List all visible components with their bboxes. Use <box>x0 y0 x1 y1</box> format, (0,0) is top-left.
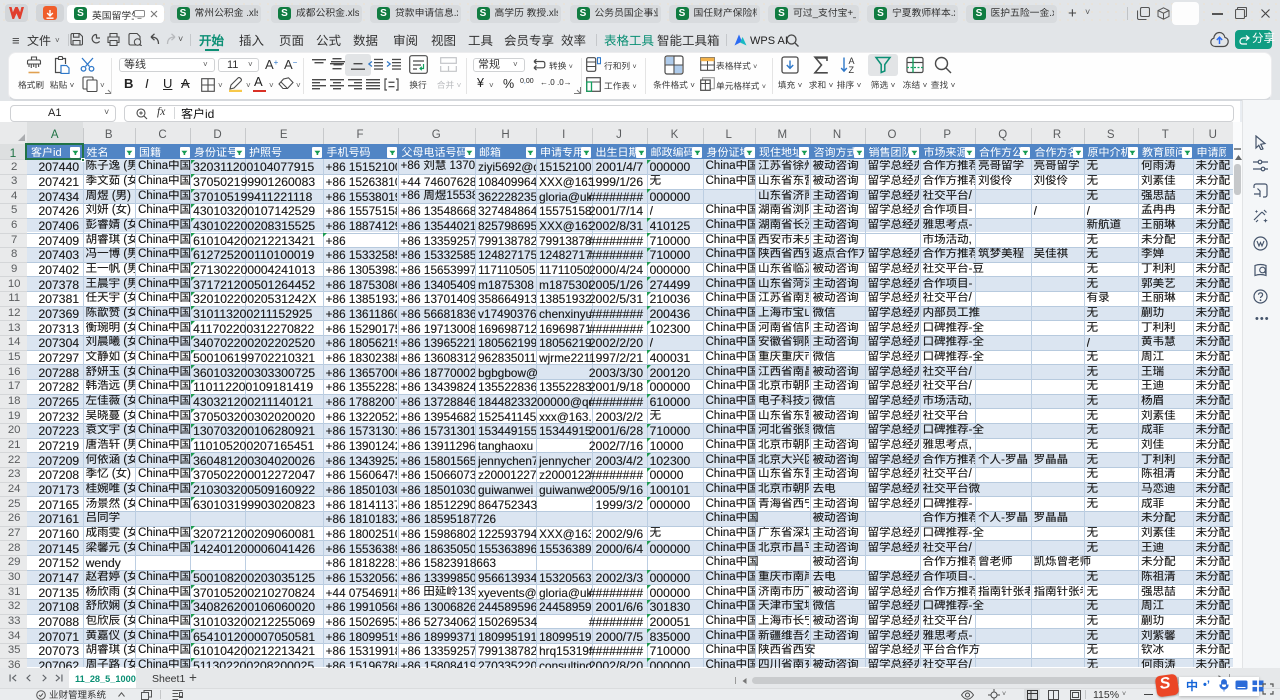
svg-text:Z: Z <box>849 65 855 75</box>
